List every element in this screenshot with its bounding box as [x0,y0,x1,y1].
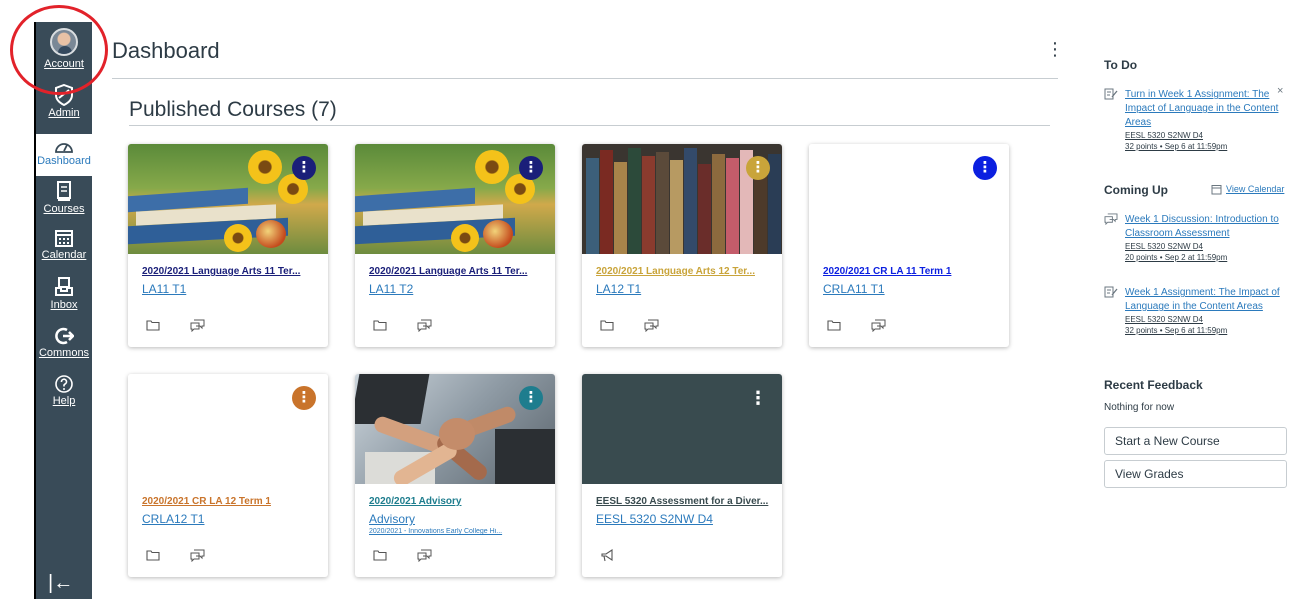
coming-up-item-meta: 32 points • Sep 6 at 11:59pm [1125,326,1228,335]
section-divider [129,125,1050,126]
folder-icon[interactable] [600,319,614,331]
discussion-icon[interactable] [417,549,432,562]
card-options-button[interactable]: ⋮ [746,156,770,180]
coming-up-item[interactable]: Week 1 Discussion: Introduction to Class… [1104,213,1284,273]
course-card-title[interactable]: 2020/2021 Language Arts 11 Ter... [369,266,545,277]
recent-feedback-heading: Recent Feedback [1104,378,1203,392]
global-nav: Account Admin Dashboard Courses Calendar… [34,22,92,599]
nav-commons[interactable]: Commons [36,326,92,359]
course-card-code[interactable]: LA12 T1 [596,282,641,296]
recent-feedback-empty: Nothing for now [1104,402,1175,413]
discussion-icon[interactable] [871,319,886,332]
discussion-icon[interactable] [417,319,432,332]
card-options-button[interactable]: ⋮ [519,386,543,410]
nav-account[interactable]: Account [36,28,92,70]
nav-calendar[interactable]: Calendar [36,228,92,261]
course-card[interactable]: ⋮ 2020/2021 Language Arts 11 Ter... LA11… [355,144,555,347]
nav-admin-label: Admin [48,107,80,119]
commons-arrow-icon [55,327,74,345]
course-card-code[interactable]: CRLA12 T1 [142,512,204,526]
view-calendar-label[interactable]: View Calendar [1226,182,1284,196]
course-card[interactable]: ⋮ 2020/2021 CR LA 12 Term 1 CRLA12 T1 [128,374,328,577]
calendar-icon [55,230,73,247]
todo-item-title[interactable]: Turn in Week 1 Assignment: The Impact of… [1125,88,1285,130]
page-title: Dashboard [112,38,220,63]
folder-icon[interactable] [146,549,160,561]
nav-dashboard-label: Dashboard [37,155,91,167]
nav-admin[interactable]: Admin [36,84,92,119]
todo-item-meta: 32 points • Sep 6 at 11:59pm [1125,142,1228,151]
question-icon [55,375,73,393]
calendar-icon [1211,184,1222,194]
nav-account-label: Account [44,58,84,70]
section-title: Published Courses (7) [129,98,337,121]
header-divider [112,78,1058,79]
coming-up-item-course: EESL 5320 S2NW D4 [1125,315,1203,324]
todo-heading: To Do [1104,58,1138,72]
nav-help-label: Help [52,395,76,407]
course-card[interactable]: ⋮ 2020/2021 Language Arts 11 Ter... LA11… [128,144,328,347]
folder-icon[interactable] [827,319,841,331]
nav-help[interactable]: Help [36,374,92,407]
course-card-code[interactable]: EESL 5320 S2NW D4 [596,512,713,526]
course-card[interactable]: ⋮ 2020/2021 Language Arts 12 Ter... LA12… [582,144,782,347]
book-icon [57,181,71,201]
card-options-button[interactable]: ⋮ [746,386,770,410]
folder-icon[interactable] [373,549,387,561]
course-card-title[interactable]: EESL 5320 Assessment for a Diver... [596,496,772,507]
nav-commons-label: Commons [38,347,90,359]
course-card[interactable]: ⋮ 2020/2021 Advisory Advisory 2020/2021 … [355,374,555,577]
discussion-icon[interactable] [644,319,659,332]
card-options-button[interactable]: ⋮ [519,156,543,180]
course-card[interactable]: ⋮ EESL 5320 Assessment for a Diver... EE… [582,374,782,577]
card-options-button[interactable]: ⋮ [292,156,316,180]
course-card-code[interactable]: Advisory [369,512,415,526]
course-card-title[interactable]: 2020/2021 CR LA 12 Term 1 [142,496,318,507]
course-card-code[interactable]: LA11 T2 [369,282,413,296]
course-card-title[interactable]: 2020/2021 Language Arts 11 Ter... [142,266,318,277]
collapse-nav-button[interactable]: |← [48,572,73,595]
assignment-icon [1104,286,1118,298]
card-options-button[interactable]: ⋮ [973,156,997,180]
discussion-icon[interactable] [190,549,205,562]
view-calendar-link[interactable]: View Calendar [1211,182,1284,196]
dismiss-todo-button[interactable]: × [1277,85,1283,97]
course-card-title[interactable]: 2020/2021 Language Arts 12 Ter... [596,266,772,277]
discussion-icon [1104,213,1118,225]
start-new-course-button[interactable]: Start a New Course [1104,427,1287,455]
announcement-icon[interactable] [600,549,615,562]
user-avatar-icon [50,28,78,56]
coming-up-item[interactable]: Week 1 Assignment: The Impact of Languag… [1104,286,1284,356]
nav-dashboard[interactable]: Dashboard [36,134,92,176]
view-grades-button[interactable]: View Grades [1104,460,1287,488]
speedometer-icon [55,143,73,153]
course-card-code[interactable]: LA11 T1 [142,282,186,296]
course-card-title[interactable]: 2020/2021 CR LA 11 Term 1 [823,266,999,277]
coming-up-item-title[interactable]: Week 1 Discussion: Introduction to Class… [1125,213,1285,241]
coming-up-item-meta: 20 points • Sep 2 at 11:59pm [1125,253,1228,262]
shield-icon [55,84,73,106]
nav-courses-label: Courses [43,203,85,215]
coming-up-item-title[interactable]: Week 1 Assignment: The Impact of Languag… [1125,286,1285,314]
folder-icon[interactable] [373,319,387,331]
nav-inbox-label: Inbox [50,299,78,311]
nav-calendar-label: Calendar [41,249,87,261]
folder-icon[interactable] [146,319,160,331]
coming-up-item-course: EESL 5320 S2NW D4 [1125,242,1203,251]
course-card-term[interactable]: 2020/2021 - Innovations Early College Hi… [369,528,545,535]
inbox-icon [55,277,73,296]
todo-item[interactable]: Turn in Week 1 Assignment: The Impact of… [1104,88,1284,158]
course-card-title[interactable]: 2020/2021 Advisory [369,496,545,507]
assignment-icon [1104,88,1118,100]
course-card[interactable]: ⋮ 2020/2021 CR LA 11 Term 1 CRLA11 T1 [809,144,1009,347]
nav-inbox[interactable]: Inbox [36,276,92,311]
nav-courses[interactable]: Courses [36,180,92,215]
course-card-code[interactable]: CRLA11 T1 [823,282,885,296]
todo-item-course: EESL 5320 S2NW D4 [1125,131,1203,140]
discussion-icon[interactable] [190,319,205,332]
coming-up-heading: Coming Up [1104,183,1168,197]
card-options-button[interactable]: ⋮ [292,386,316,410]
dashboard-options-button[interactable]: ⋮ [1046,40,1064,58]
